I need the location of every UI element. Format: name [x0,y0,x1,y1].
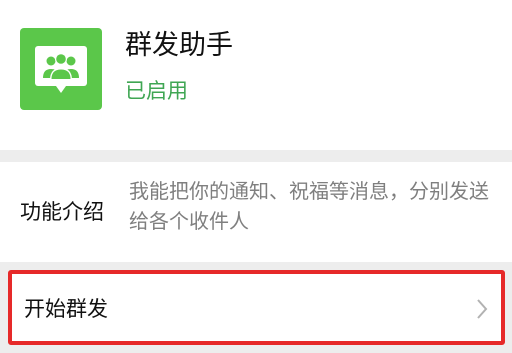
feature-intro-label: 功能介绍 [20,200,104,224]
feature-intro-row: 功能介绍 我能把你的通知、祝福等消息，分别发送给各个收件人 [0,162,512,262]
page: 群发助手 已启用 功能介绍 我能把你的通知、祝福等消息，分别发送给各个收件人 开… [0,0,512,353]
app-title: 群发助手 [125,30,233,61]
group-broadcast-icon [20,28,102,110]
app-status: 已启用 [125,79,188,103]
start-broadcast-button[interactable]: 开始群发 [8,270,505,345]
chevron-right-icon [477,299,488,319]
start-broadcast-label: 开始群发 [24,297,108,321]
app-header: 群发助手 已启用 [0,0,512,150]
feature-intro-description: 我能把你的通知、祝福等消息，分别发送给各个收件人 [129,179,489,233]
